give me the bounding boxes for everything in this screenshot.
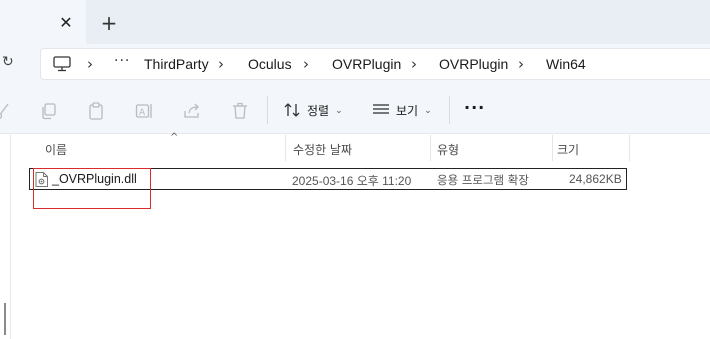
file-list-pane: ^ 이름 수정한 날짜 유형 크기 _OVRPlugin.dll 2025-03… (0, 132, 710, 339)
toolbar-divider (449, 96, 450, 124)
navigation-bar: ↻ › ··· › ThirdParty Oculus › OVRPlugin … (0, 44, 710, 84)
svg-text:A: A (139, 108, 146, 118)
column-header-row: ^ 이름 수정한 날짜 유형 크기 (12, 132, 642, 161)
view-button[interactable]: 보기 ⌄ (372, 98, 432, 122)
address-bar[interactable]: › ··· › ThirdParty Oculus › OVRPlugin › … (40, 48, 710, 80)
pane-resize-handle[interactable] (4, 303, 6, 335)
breadcrumb-separator-icon[interactable]: › (87, 55, 93, 73)
breadcrumb-win64[interactable]: Win64 (546, 56, 586, 72)
breadcrumb-separator-icon[interactable]: › (218, 55, 224, 73)
column-divider[interactable] (285, 135, 286, 161)
paste-icon[interactable] (87, 102, 105, 120)
pane-divider (10, 135, 11, 339)
refresh-icon[interactable]: ↻ (2, 54, 18, 74)
file-type: 응용 프로그램 확장 (437, 173, 529, 187)
column-header-size[interactable]: 크기 (557, 141, 579, 158)
command-bar: A 정렬 ⌄ 보기 ⌄ ··· (0, 84, 710, 134)
active-tab[interactable]: ✕ (0, 0, 86, 44)
column-header-modified[interactable]: 수정한 날짜 (293, 141, 352, 158)
breadcrumb-ovrplugin-2[interactable]: OVRPlugin (439, 56, 508, 72)
breadcrumb-ovrplugin-1[interactable]: OVRPlugin (332, 56, 401, 72)
share-icon[interactable] (183, 102, 201, 120)
column-divider[interactable] (552, 135, 553, 161)
sort-icon (284, 103, 300, 117)
this-pc-icon[interactable] (53, 56, 71, 72)
copy-icon[interactable] (40, 102, 58, 120)
breadcrumb-oculus[interactable]: Oculus (248, 56, 292, 72)
more-options-button[interactable]: ··· (464, 98, 485, 117)
breadcrumb-thirdparty[interactable]: ThirdParty (144, 56, 209, 72)
close-tab-icon[interactable]: ✕ (56, 12, 76, 32)
view-list-icon (373, 104, 389, 114)
toolbar-divider (267, 96, 268, 124)
sort-ascending-icon: ^ (170, 132, 179, 143)
breadcrumb-separator-icon[interactable]: › (303, 55, 309, 73)
cut-icon[interactable] (0, 102, 12, 120)
column-header-type[interactable]: 유형 (437, 141, 459, 158)
sort-label: 정렬 (307, 103, 330, 118)
breadcrumb-overflow-icon[interactable]: ··· (114, 53, 130, 69)
chevron-down-icon: ⌄ (335, 104, 343, 115)
new-tab-button[interactable]: + (98, 12, 120, 34)
chevron-down-icon: ⌄ (424, 104, 432, 115)
column-header-name[interactable]: 이름 (45, 141, 67, 158)
breadcrumb-separator-icon[interactable]: › (411, 55, 417, 73)
sort-button[interactable]: 정렬 ⌄ (283, 98, 343, 122)
rename-icon[interactable]: A (135, 102, 153, 120)
column-divider[interactable] (430, 135, 431, 161)
breadcrumb-separator-icon[interactable]: › (518, 55, 524, 73)
view-label: 보기 (396, 103, 419, 118)
column-divider[interactable] (629, 135, 630, 161)
delete-icon[interactable] (231, 102, 249, 120)
file-modified: 2025-03-16 오후 11:20 (292, 174, 412, 188)
tab-strip: ✕ + (0, 0, 710, 44)
file-size: 24,862KB (569, 172, 622, 186)
highlight-annotation (33, 168, 151, 209)
